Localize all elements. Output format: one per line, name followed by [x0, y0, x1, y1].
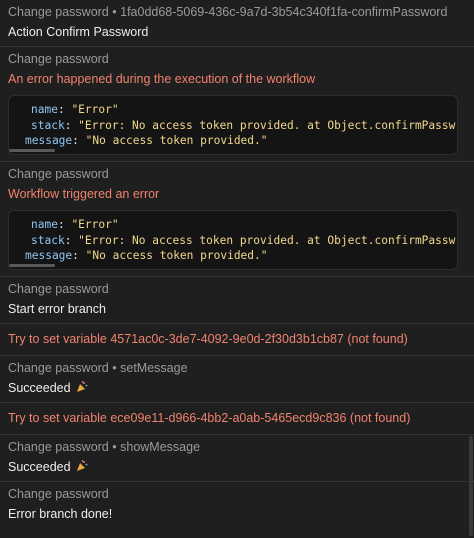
log-entry-source: Change password — [8, 5, 109, 19]
log-entry-message: Succeeded — [8, 460, 71, 474]
party-popper-icon — [77, 460, 88, 471]
log-entry-message: Try to set variable 4571ac0c-3de7-4092-9… — [8, 332, 408, 346]
log-entry-message-row: Succeeded — [8, 380, 466, 396]
log-entry: Change password • showMessage Succeeded — [0, 435, 474, 482]
meta-separator: • — [112, 440, 117, 454]
horizontal-scrollbar[interactable] — [9, 264, 55, 267]
error-code-block[interactable]: name: "Error" stack: "Error: No access to… — [8, 210, 458, 270]
vertical-scrollbar[interactable] — [469, 436, 473, 536]
error-stack-value: "Error: No access token provided. at Obj… — [78, 118, 456, 132]
log-entry-meta: Change password • setMessage — [8, 360, 466, 376]
log-entry-message: An error happened during the execution o… — [8, 72, 316, 86]
meta-separator: • — [112, 5, 117, 19]
log-entry-message: Succeeded — [8, 381, 71, 395]
error-key-name: name — [31, 103, 58, 116]
error-key-message: message — [25, 249, 73, 262]
log-entry-message: Error branch done! — [8, 507, 113, 521]
error-code-block[interactable]: name: "Error" stack: "Error: No access to… — [8, 95, 458, 155]
log-entry-warning: Try to set variable ece09e11-d966-4bb2-a… — [0, 403, 474, 435]
log-entry-message: Workflow triggered an error — [8, 187, 160, 201]
log-entry-message: Action Confirm Password — [8, 25, 149, 39]
log-entry: Change password Error branch done! — [0, 482, 474, 528]
party-popper-icon — [77, 381, 88, 392]
error-key-stack: stack — [31, 233, 65, 247]
log-entry-node: 1fa0dd68-5069-436c-9a7d-3b54c340f1fa-con… — [120, 5, 448, 19]
error-message-value: "No access token provided." — [85, 249, 268, 262]
log-entry-node: setMessage — [120, 361, 188, 375]
meta-separator: • — [112, 361, 117, 375]
log-entry: Change password Start error branch — [0, 277, 474, 324]
error-name-value: "Error" — [71, 218, 119, 231]
log-entry-source: Change password — [8, 282, 109, 296]
log-entry-source: Change password — [8, 361, 109, 375]
log-entry-error: Change password Workflow triggered an er… — [0, 162, 474, 277]
error-key-message: message — [25, 134, 73, 147]
log-entry: Change password • 1fa0dd68-5069-436c-9a7… — [0, 0, 474, 47]
error-key-stack: stack — [31, 118, 65, 132]
log-entry-warning: Try to set variable 4571ac0c-3de7-4092-9… — [0, 324, 474, 356]
log-entry-meta: Change password • showMessage — [8, 439, 466, 455]
log-entry-source: Change password — [8, 167, 109, 181]
error-message-value: "No access token provided." — [85, 134, 268, 147]
log-entry-source: Change password — [8, 487, 109, 501]
log-entry-source: Change password — [8, 440, 109, 454]
log-entry-source: Change password — [8, 52, 109, 66]
error-key-name: name — [31, 218, 58, 231]
log-entry-message: Try to set variable ece09e11-d966-4bb2-a… — [8, 411, 411, 425]
workflow-log-panel: Change password • 1fa0dd68-5069-436c-9a7… — [0, 0, 474, 538]
log-entry-meta: Change password • 1fa0dd68-5069-436c-9a7… — [8, 4, 466, 20]
log-entry: Change password • setMessage Succeeded — [0, 356, 474, 403]
log-entry-message-row: Succeeded — [8, 459, 466, 475]
log-entry-error: Change password An error happened during… — [0, 47, 474, 162]
error-stack-value: "Error: No access token provided. at Obj… — [78, 233, 456, 247]
log-entry-node: showMessage — [120, 440, 201, 454]
log-entry-message: Start error branch — [8, 302, 106, 316]
error-name-value: "Error" — [71, 103, 119, 116]
horizontal-scrollbar[interactable] — [9, 149, 55, 152]
